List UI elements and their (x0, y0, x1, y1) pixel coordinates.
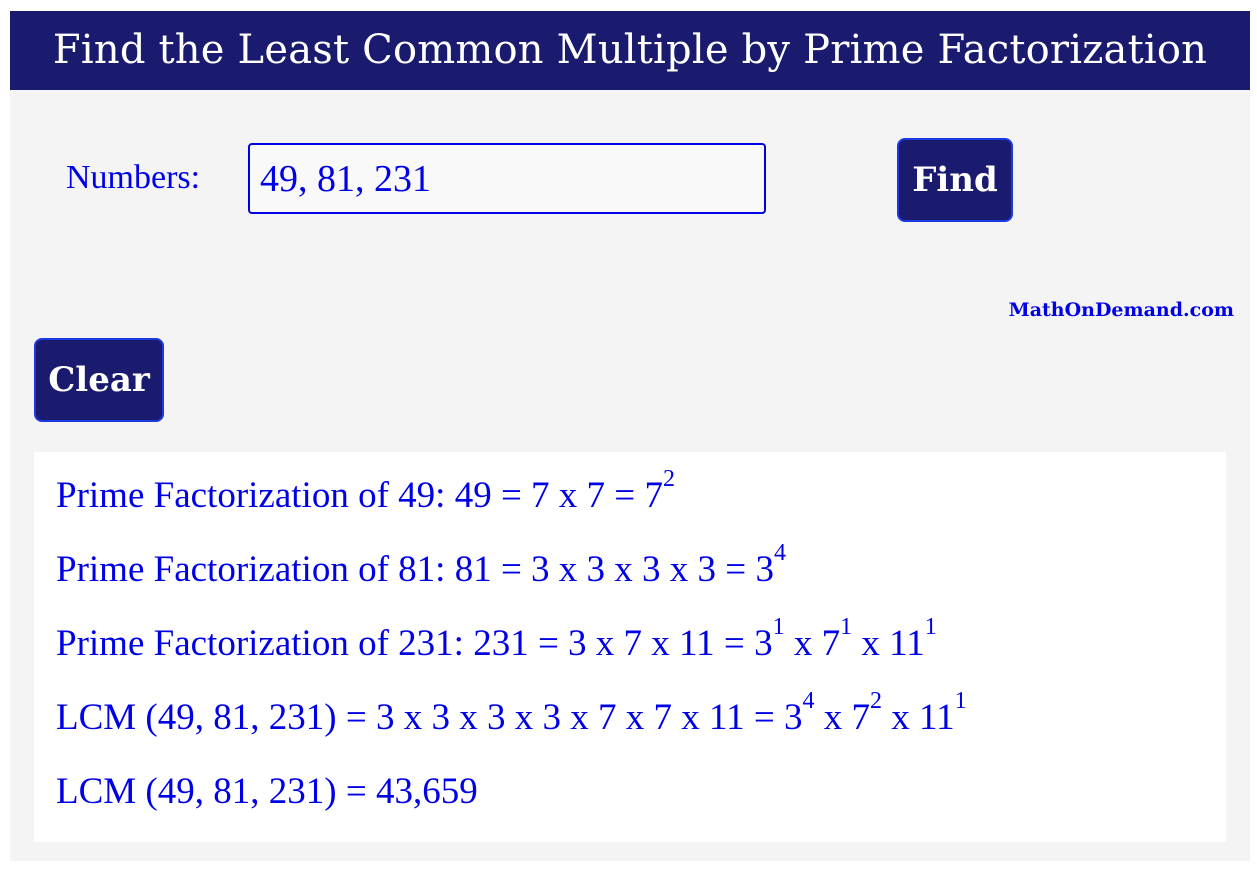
prime-base: 3 (754, 623, 773, 664)
multiply-sign: x (784, 623, 822, 664)
prime-base: 7 (644, 475, 663, 516)
exponent-terms: 31 x 71 x 111 (754, 614, 937, 664)
results-panel: Prime Factorization of 49: 49 = 7 x 7 = … (34, 452, 1226, 842)
multiply-sign: x (814, 697, 852, 738)
result-line-81: Prime Factorization of 81: 81 = 3 x 3 x … (56, 540, 786, 591)
result-text: LCM (49, 81, 231) = 43,659 (56, 771, 478, 812)
exponent-terms: 34 (755, 540, 786, 590)
find-button[interactable]: Find (897, 138, 1013, 222)
page-title: Find the Least Common Multiple by Prime … (10, 11, 1250, 90)
result-text: Prime Factorization of 231: 231 = 3 x 7 … (56, 623, 755, 664)
prime-exponent: 4 (773, 540, 786, 566)
result-line-49: Prime Factorization of 49: 49 = 7 x 7 = … (56, 466, 675, 517)
prime-base: 7 (851, 697, 870, 738)
prime-base: 11 (889, 623, 925, 664)
prime-base: 7 (821, 623, 841, 664)
multiply-sign: x (852, 623, 890, 664)
lcm-calculator-app: Find the Least Common Multiple by Prime … (10, 11, 1250, 861)
prime-exponent: 2 (869, 688, 882, 714)
result-text: LCM (49, 81, 231) = 3 x 3 x 3 x 3 x 7 x … (56, 697, 784, 738)
prime-exponent: 2 (662, 466, 675, 492)
clear-button[interactable]: Clear (34, 338, 164, 422)
result-line-lcm-factors: LCM (49, 81, 231) = 3 x 3 x 3 x 3 x 7 x … (56, 688, 967, 739)
numbers-label: Numbers: (66, 159, 201, 196)
prime-exponent: 1 (954, 688, 967, 714)
result-text: Prime Factorization of 49: 49 = 7 x 7 = (56, 475, 645, 516)
prime-exponent: 1 (924, 614, 937, 640)
result-line-lcm-value: LCM (49, 81, 231) = 43,659 (56, 770, 478, 813)
prime-exponent: 1 (772, 614, 785, 640)
result-line-231: Prime Factorization of 231: 231 = 3 x 7 … (56, 614, 937, 665)
brand-link: MathOnDemand.com (1008, 299, 1234, 321)
exponent-terms: 34 x 72 x 111 (783, 688, 967, 738)
prime-exponent: 4 (802, 688, 815, 714)
prime-base: 3 (783, 697, 803, 738)
prime-base: 3 (755, 549, 774, 590)
exponent-terms: 72 (644, 466, 675, 516)
prime-exponent: 1 (840, 614, 853, 640)
result-text: Prime Factorization of 81: 81 = 3 x 3 x … (56, 549, 756, 590)
numbers-input[interactable] (248, 143, 766, 214)
multiply-sign: x (881, 697, 919, 738)
prime-base: 11 (918, 697, 955, 738)
